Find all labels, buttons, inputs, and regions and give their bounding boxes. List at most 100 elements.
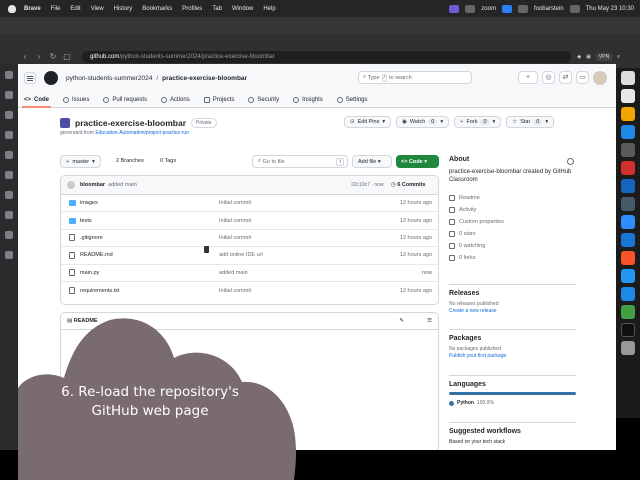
menu-icon[interactable]: ≡: [617, 54, 620, 60]
sidebar-icon[interactable]: [5, 171, 13, 179]
messenger-icon[interactable]: [621, 287, 635, 301]
extensions-icon[interactable]: ▣: [586, 54, 591, 60]
trash-icon[interactable]: [621, 341, 635, 355]
app-icon[interactable]: [621, 269, 635, 283]
sidebar-icon[interactable]: [5, 211, 13, 219]
tab-security[interactable]: Security: [248, 93, 279, 107]
issues-icon[interactable]: ◎: [542, 71, 555, 84]
commit-author[interactable]: bloombar: [80, 182, 105, 188]
control-center-icon[interactable]: [569, 4, 580, 13]
commits-link[interactable]: ◷ 6 Commits: [391, 182, 425, 188]
add-file-button[interactable]: Add file ▾: [352, 155, 392, 168]
vscode-icon[interactable]: [621, 179, 635, 193]
user-menu[interactable]: foobarstein: [534, 6, 564, 12]
branches-link[interactable]: 2 Branches: [116, 158, 144, 164]
menu-profiles[interactable]: Profiles: [182, 6, 202, 12]
avatar[interactable]: [67, 181, 75, 189]
inbox-icon[interactable]: ▭: [576, 71, 589, 84]
forward-icon[interactable]: ›: [34, 52, 44, 62]
terminal-icon[interactable]: [621, 323, 635, 337]
star-button[interactable]: ☆ Star 0 ▾: [506, 116, 555, 128]
create-release-link[interactable]: Create a new release: [449, 308, 576, 315]
tab-issues[interactable]: Issues: [63, 93, 89, 107]
releases-heading[interactable]: Releases: [449, 290, 576, 297]
file-commit-message[interactable]: Initial commit: [219, 288, 251, 294]
app-icon[interactable]: [621, 197, 635, 211]
code-button[interactable]: <> Code ▾: [396, 155, 439, 168]
publish-package-link[interactable]: Publish your first package: [449, 353, 576, 360]
outline-icon[interactable]: ☰: [427, 318, 432, 324]
menu-app[interactable]: Brave: [24, 6, 41, 12]
sidebar-icon[interactable]: [5, 111, 13, 119]
readme-link[interactable]: Readme: [449, 192, 576, 204]
branch-select[interactable]: ⑂ master ▾: [60, 155, 101, 168]
file-commit-message[interactable]: Initial commit: [219, 218, 251, 224]
shields-icon[interactable]: ◆: [577, 54, 581, 60]
tab-projects[interactable]: Projects: [203, 93, 234, 107]
file-commit-message[interactable]: add online IDE url: [219, 252, 263, 258]
clock[interactable]: Thu May 23 10:30: [586, 6, 634, 12]
zoom-icon[interactable]: [621, 215, 635, 229]
menu-bookmarks[interactable]: Bookmarks: [142, 6, 172, 12]
file-name[interactable]: main.py: [80, 270, 99, 276]
file-name[interactable]: tests: [80, 218, 92, 224]
file-row[interactable]: main.py added main now: [61, 265, 438, 282]
appstore-icon[interactable]: [621, 125, 635, 139]
breadcrumb-repo[interactable]: practice-exercise-bloombar: [162, 75, 247, 82]
menu-window[interactable]: Window: [232, 6, 253, 12]
zoom-menu[interactable]: zoom: [481, 6, 496, 12]
file-name[interactable]: README.md: [80, 252, 113, 258]
menu-help[interactable]: Help: [263, 6, 275, 12]
go-to-file-input[interactable]: ⌕ Go to file t: [252, 155, 348, 168]
fork-button[interactable]: ⑂ Fork 0 ▾: [454, 116, 502, 128]
edit-pins-button[interactable]: ⊙ Edit Pins ▾: [344, 116, 392, 128]
word-icon[interactable]: [621, 233, 635, 247]
file-name[interactable]: .gitignore: [80, 235, 103, 241]
sidebar-icon[interactable]: [5, 251, 13, 259]
menu-file[interactable]: File: [51, 6, 61, 12]
sidebar-icon[interactable]: [5, 231, 13, 239]
tab-settings[interactable]: Settings: [336, 93, 367, 107]
github-logo-icon[interactable]: [44, 71, 58, 85]
reload-icon[interactable]: ↻: [48, 52, 58, 62]
search-input[interactable]: ⌕ Type / to search: [358, 71, 472, 84]
stars-link[interactable]: 0 stars: [449, 228, 576, 240]
tab-code[interactable]: <> Code: [21, 93, 52, 108]
finder-icon[interactable]: [621, 71, 635, 85]
tab-actions[interactable]: Actions: [161, 93, 190, 107]
hamburger-icon[interactable]: [24, 72, 36, 84]
menu-tab[interactable]: Tab: [212, 6, 222, 12]
screen-record-icon[interactable]: [449, 4, 460, 13]
calendar-icon[interactable]: [621, 89, 635, 103]
apple-icon[interactable]: [8, 4, 16, 13]
status-icon[interactable]: [465, 4, 476, 13]
template-link[interactable]: Education-Automation/project-practice-ru…: [95, 130, 189, 136]
language-item[interactable]: Python 100.0%: [449, 400, 576, 406]
watch-button[interactable]: ◉ Watch 0 ▾: [396, 116, 450, 128]
file-commit-message[interactable]: added main: [219, 270, 248, 276]
file-commit-message[interactable]: Initial commit: [219, 235, 251, 241]
pencil-icon[interactable]: ✎: [399, 318, 404, 324]
messages-icon[interactable]: [621, 305, 635, 319]
repo-name[interactable]: practice-exercise-bloombar: [75, 118, 186, 128]
file-commit-message[interactable]: Initial commit: [219, 200, 251, 206]
vpn-button[interactable]: VPN: [595, 53, 613, 61]
address-bar[interactable]: github.com/python-students-summer2024/pr…: [82, 51, 572, 63]
commit-hash[interactable]: 22c19c7 · now: [351, 182, 384, 188]
pull-requests-icon[interactable]: ⇄: [559, 71, 572, 84]
create-new-button[interactable]: +: [518, 71, 538, 84]
sidebar-icon[interactable]: [5, 191, 13, 199]
bookmark-icon[interactable]: ▢: [62, 52, 72, 62]
forks-link[interactable]: 0 forks: [449, 252, 576, 264]
commit-message[interactable]: added main: [108, 182, 137, 188]
menu-edit[interactable]: Edit: [70, 6, 80, 12]
display-icon[interactable]: [501, 4, 512, 13]
filezilla-icon[interactable]: [621, 161, 635, 175]
file-name[interactable]: requirements.txt: [80, 288, 119, 294]
brave-icon[interactable]: [621, 251, 635, 265]
watching-link[interactable]: 0 watching: [449, 240, 576, 252]
avatar[interactable]: [593, 71, 607, 85]
activity-link[interactable]: Activity: [449, 204, 576, 216]
menu-history[interactable]: History: [114, 6, 133, 12]
battery-icon[interactable]: [517, 4, 528, 13]
